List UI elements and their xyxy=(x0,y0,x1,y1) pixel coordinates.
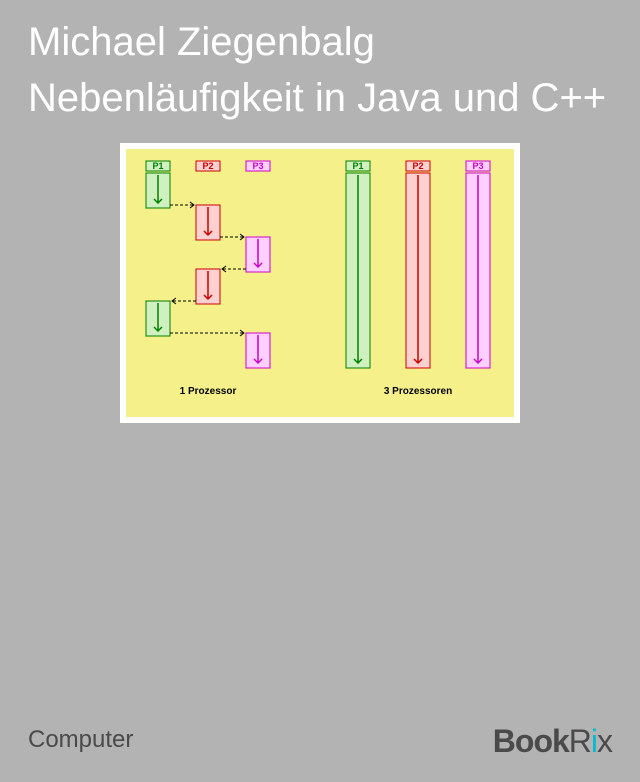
logo-r: R xyxy=(569,723,591,759)
p3-label-right: P3 xyxy=(472,161,483,171)
p3-label-left: P3 xyxy=(252,161,263,171)
left-caption: 1 Prozessor xyxy=(180,386,237,397)
p1-label-left: P1 xyxy=(152,161,163,171)
logo-book: Book xyxy=(493,723,569,759)
p2-label-left: P2 xyxy=(202,161,213,171)
logo-x: x xyxy=(597,723,612,759)
scheduling-diagram-svg: P1 P2 P3 xyxy=(126,149,514,417)
author-name: Michael Ziegenbalg xyxy=(0,0,640,73)
p1-label-right: P1 xyxy=(352,161,363,171)
publisher-logo: BookRix xyxy=(493,723,612,760)
category-label: Computer xyxy=(28,726,133,754)
right-caption: 3 Prozessoren xyxy=(384,386,452,397)
p2-label-right: P2 xyxy=(412,161,423,171)
cover-diagram-container: P1 P2 P3 xyxy=(120,143,520,423)
book-title: Nebenläufigkeit in Java und C++ xyxy=(0,73,640,143)
cover-diagram: P1 P2 P3 xyxy=(126,149,514,417)
